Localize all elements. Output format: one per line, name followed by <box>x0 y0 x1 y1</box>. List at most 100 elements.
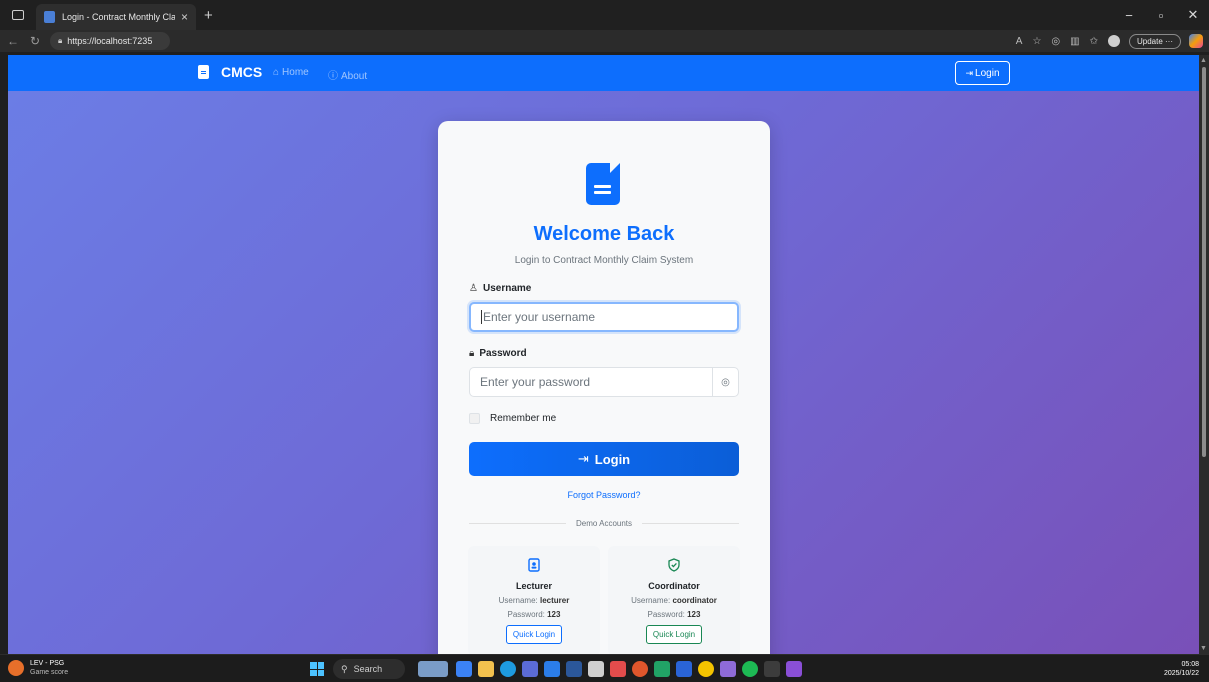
task-view-icon[interactable] <box>456 661 472 677</box>
back-icon[interactable]: ← <box>4 34 22 48</box>
id-badge-icon <box>528 558 540 572</box>
scroll-up-icon[interactable]: ▲ <box>1200 57 1207 64</box>
demo-account-coordinator: Coordinator Username: coordinator Passwo… <box>608 546 740 654</box>
nav-home-label: Home <box>282 67 309 78</box>
site-navbar: CMCS ⌂ Home ⓘ About ⇥ Login <box>8 55 1199 91</box>
username-label-text: Username <box>482 283 532 294</box>
remember-me-checkbox[interactable] <box>469 413 480 424</box>
quick-login-coordinator-button[interactable]: Quick Login <box>645 625 703 644</box>
nav-home-link[interactable]: ⌂ Home <box>273 67 309 78</box>
demo-password: Password: 123 <box>608 610 740 619</box>
page-title: Welcome Back <box>533 223 675 245</box>
demo-accounts-divider: Demo Accounts <box>469 519 739 528</box>
tab-close-icon[interactable]: × <box>181 10 188 24</box>
demo-role: Coordinator <box>648 581 700 591</box>
new-tab-icon[interactable]: + <box>204 7 213 24</box>
restore-icon[interactable]: ▫ <box>1145 8 1177 23</box>
windows-taskbar: LEV - PSG Game score ⚲ Search 05:08 2025/… <box>0 654 1209 682</box>
spotify-icon[interactable] <box>742 661 758 677</box>
search-label: Search <box>353 664 383 674</box>
text-caret <box>481 310 482 324</box>
page-viewport: CMCS ⌂ Home ⓘ About ⇥ Login Welcome Back Lo… <box>8 55 1199 654</box>
home-icon: ⌂ <box>273 67 280 78</box>
copilot-app-icon[interactable] <box>544 661 560 677</box>
app-icon[interactable] <box>698 661 714 677</box>
nav-about-link[interactable]: ⓘ About <box>328 67 367 82</box>
widgets-icon[interactable] <box>418 661 448 677</box>
page-scrollbar[interactable]: ▲ ▼ <box>1199 55 1209 654</box>
copilot-icon[interactable] <box>1189 34 1203 48</box>
visual-studio-icon[interactable] <box>786 661 802 677</box>
scroll-down-icon[interactable]: ▼ <box>1200 645 1207 652</box>
username-placeholder: Enter your username <box>483 310 596 324</box>
app-icon[interactable] <box>720 661 736 677</box>
password-label: 🔒︎ Password <box>469 348 527 359</box>
app-icon[interactable] <box>610 661 626 677</box>
remember-me[interactable]: Remember me <box>469 413 556 424</box>
extension-icon[interactable]: ◎ <box>1051 36 1060 47</box>
address-bar: ← ↻ 🔒︎ https://localhost:7235 A ☆ ◎ ▥ ✩ … <box>0 30 1209 52</box>
word-icon[interactable] <box>566 661 582 677</box>
toggle-password-button[interactable]: ◎ <box>712 367 739 397</box>
username-prefix: Username: <box>631 596 671 605</box>
browser-title-bar: Login - Contract Monthly Claim S × + − ▫… <box>0 0 1209 30</box>
favorites-icon[interactable]: ✩ <box>1090 36 1098 47</box>
window-controls: − ▫ ✕ <box>1113 0 1209 30</box>
login-card: Welcome Back Login to Contract Monthly C… <box>438 121 770 654</box>
app-icon[interactable] <box>632 661 648 677</box>
divider-label: Demo Accounts <box>575 519 633 528</box>
close-window-icon[interactable]: ✕ <box>1177 7 1209 23</box>
widget-subtitle: Game score <box>30 669 69 676</box>
tab-favicon-icon <box>44 11 55 23</box>
demo-role: Lecturer <box>515 581 552 591</box>
app-icon[interactable] <box>676 661 692 677</box>
password-input[interactable]: Enter your password <box>469 367 713 397</box>
password-label-text: Password <box>479 348 527 359</box>
quick-login-lecturer-button[interactable]: Quick Login <box>505 625 563 644</box>
login-icon: ⇥ <box>577 451 589 466</box>
demo-password-value: 123 <box>687 610 701 619</box>
username-label: ♙ Username <box>469 283 531 294</box>
profile-avatar[interactable] <box>1107 35 1120 47</box>
brand[interactable]: CMCS <box>198 64 262 80</box>
demo-username: Username: lecturer <box>468 596 600 605</box>
document-icon <box>586 163 620 205</box>
excel-icon[interactable] <box>654 661 670 677</box>
teams-icon[interactable] <box>522 661 538 677</box>
remember-me-label: Remember me <box>490 413 557 424</box>
minimize-icon[interactable]: − <box>1113 8 1145 23</box>
football-icon <box>8 660 24 676</box>
forgot-password-link[interactable]: Forgot Password? <box>438 490 770 500</box>
update-button[interactable]: Update ··· <box>1128 33 1181 49</box>
url-field[interactable]: 🔒︎ https://localhost:7235 <box>50 32 170 50</box>
demo-username-value: lecturer <box>540 596 570 605</box>
password-prefix: Password: <box>507 610 545 619</box>
store-icon[interactable] <box>588 661 604 677</box>
password-prefix: Password: <box>647 610 685 619</box>
browser-toolbar: A ☆ ◎ ▥ ✩ Update ··· <box>1011 32 1203 50</box>
read-aloud-icon[interactable]: A <box>1016 36 1023 47</box>
tab-actions-icon[interactable] <box>12 10 24 20</box>
login-submit-button[interactable]: ⇥ Login <box>469 442 739 476</box>
lock-icon: 🔒︎ <box>469 348 475 359</box>
score-widget[interactable]: LEV - PSG Game score <box>8 659 68 677</box>
password-placeholder: Enter your password <box>480 375 591 389</box>
navbar-login-button[interactable]: ⇥ Login <box>955 61 1010 85</box>
username-input[interactable]: Enter your username <box>469 302 739 332</box>
widget-title: LEV - PSG <box>30 660 65 667</box>
edge-icon[interactable] <box>500 661 516 677</box>
terminal-icon[interactable] <box>764 661 780 677</box>
favorite-star-icon[interactable]: ☆ <box>1032 36 1041 47</box>
browser-tab[interactable]: Login - Contract Monthly Claim S × <box>36 4 196 30</box>
file-explorer-icon[interactable] <box>478 661 494 677</box>
system-clock[interactable]: 05:08 2025/10/22 <box>1164 660 1199 678</box>
document-icon <box>198 65 209 79</box>
user-icon: ♙ <box>469 283 478 294</box>
refresh-icon[interactable]: ↻ <box>26 34 44 48</box>
login-submit-label: Login <box>594 451 631 467</box>
split-screen-icon[interactable]: ▥ <box>1070 36 1079 47</box>
shield-check-icon <box>668 558 680 572</box>
scroll-thumb[interactable] <box>1202 67 1206 457</box>
start-icon[interactable] <box>310 662 324 676</box>
taskbar-search[interactable]: ⚲ Search <box>333 659 405 679</box>
